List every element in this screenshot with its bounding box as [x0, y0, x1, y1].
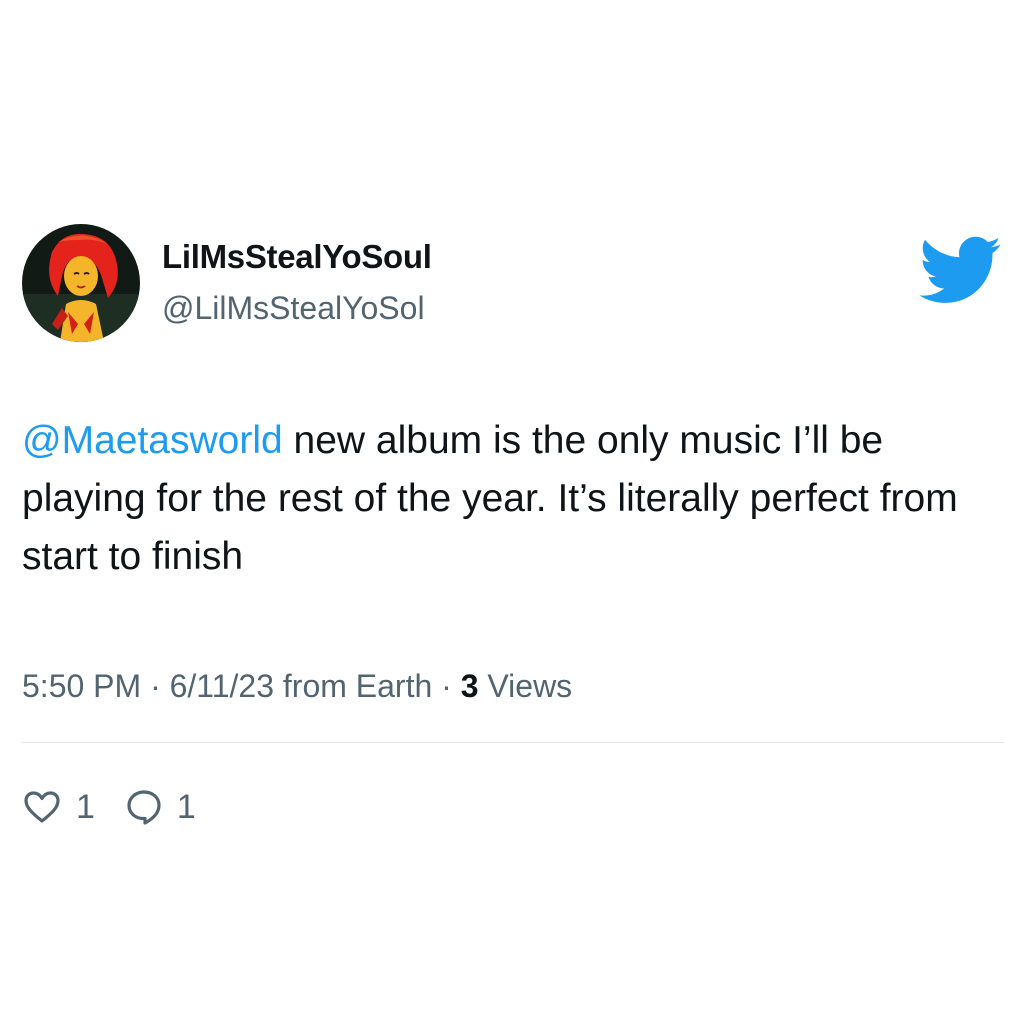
views-label: Views [478, 668, 573, 704]
author-display-name[interactable]: LilMsStealYoSoul [162, 238, 432, 276]
action-bar: 1 1 [22, 782, 226, 832]
reply-count: 1 [176, 787, 196, 826]
tweet-text: @Maetasworld new album is the only music… [22, 412, 992, 586]
tweet-time[interactable]: 5:50 PM [22, 668, 141, 704]
avatar-image [22, 224, 140, 342]
tweet-meta: 5:50 PM · 6/11/23 from Earth · 3 Views [22, 668, 572, 705]
heart-icon [24, 791, 60, 823]
like-button[interactable]: 1 [22, 788, 95, 827]
comment-icon [127, 790, 161, 825]
avatar[interactable] [22, 224, 140, 342]
tweet-card: LilMsStealYoSoul @LilMsStealYoSol @Maeta… [0, 0, 1024, 1024]
like-count: 1 [76, 787, 95, 826]
reply-button[interactable]: 1 [125, 788, 196, 827]
twitter-bird-icon [916, 234, 1002, 304]
mention-link[interactable]: @Maetasworld [22, 419, 283, 462]
author-handle[interactable]: @LilMsStealYoSol [162, 290, 425, 327]
divider [22, 742, 1004, 743]
tweet-date[interactable]: 6/11/23 [170, 668, 274, 704]
views-count: 3 [460, 668, 479, 704]
meta-separator: · [141, 668, 170, 704]
meta-separator: · [432, 668, 461, 704]
tweet-source: from Earth [274, 668, 433, 704]
